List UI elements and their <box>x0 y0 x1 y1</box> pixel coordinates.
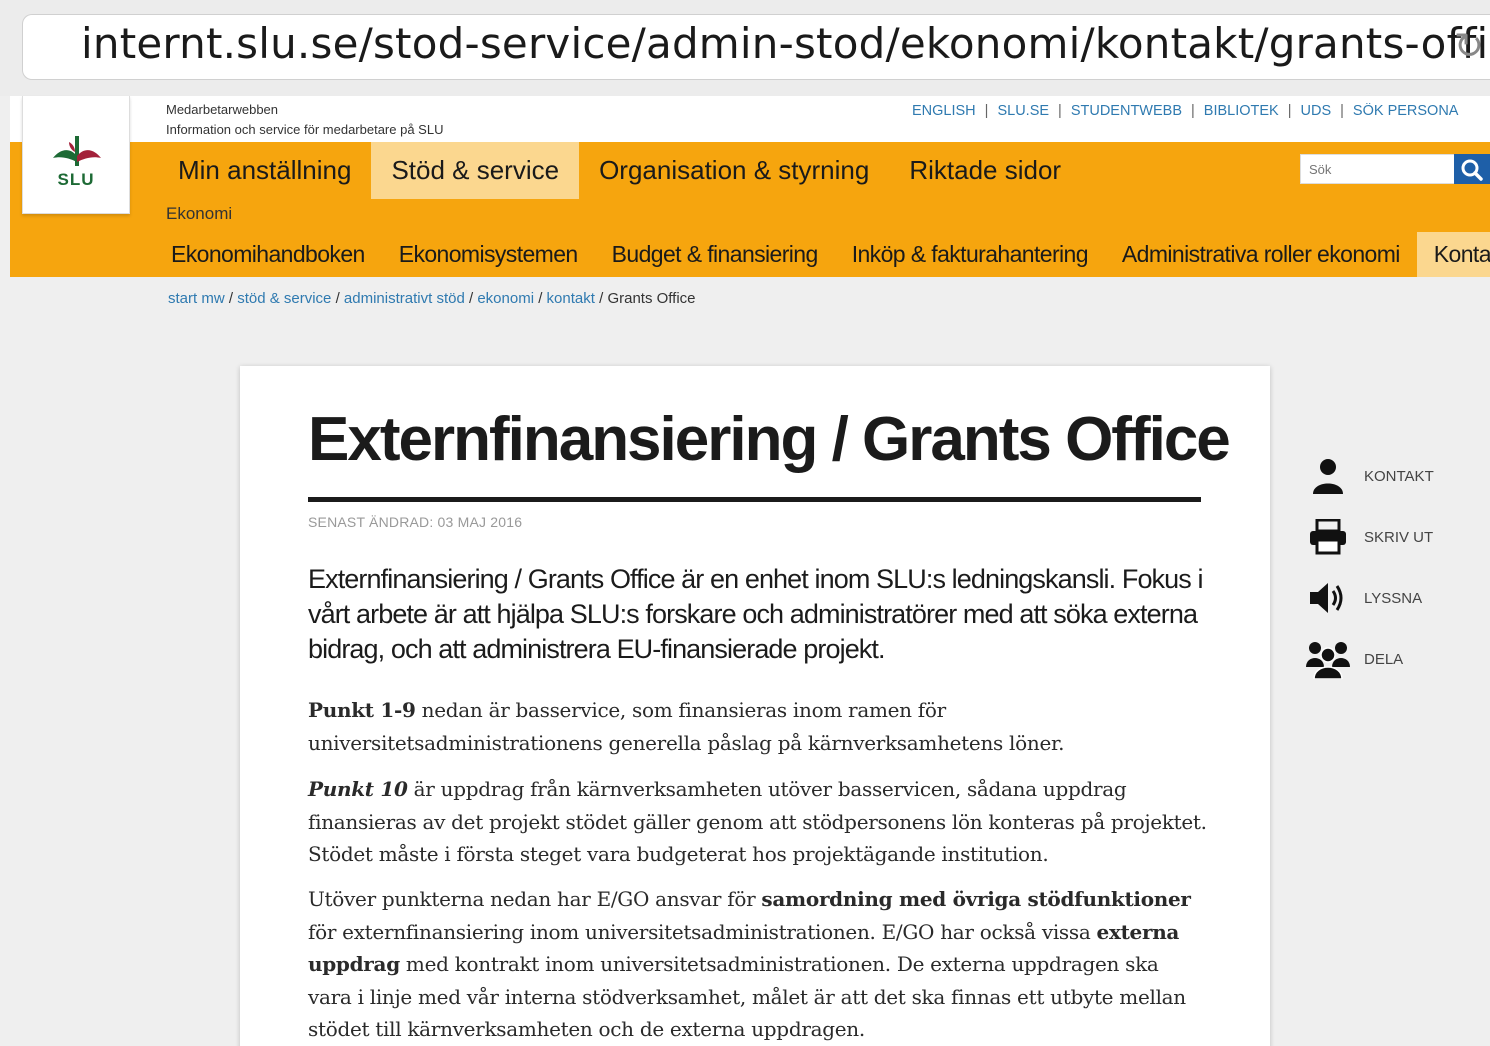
paragraph-3-text: Utöver punkterna nedan har E/GO ansvar f… <box>308 887 762 911</box>
search-field[interactable] <box>1300 154 1456 184</box>
print-tool[interactable]: SKRIV UT <box>1306 517 1433 557</box>
subnav-kontakt[interactable]: Kontakt <box>1416 232 1490 277</box>
paragraph-2-text: är uppdrag från kärnverksamheten utöver … <box>308 777 1207 866</box>
breadcrumb-link[interactable]: kontakt <box>547 290 595 307</box>
paragraph-1-bold: Punkt 1-9 <box>308 698 416 722</box>
paragraph-3: Utöver punkterna nedan har E/GO ansvar f… <box>308 883 1208 1046</box>
search-button[interactable] <box>1454 154 1490 184</box>
lead-paragraph: Externfinansiering / Grants Office är en… <box>308 564 1203 664</box>
subnav-ekonomisystemen[interactable]: Ekonomisystemen <box>382 232 595 277</box>
reload-icon[interactable]: ↻ <box>1454 27 1490 67</box>
paragraph-1-text: nedan är basservice, som finansieras ino… <box>308 698 1065 755</box>
subnav-inkop-fakturahantering[interactable]: Inköp & fakturahantering <box>835 232 1105 277</box>
paragraph-2: Punkt 10 är uppdrag från kärnverksamhete… <box>308 773 1208 871</box>
print-label: SKRIV UT <box>1364 528 1434 546</box>
top-link-slu[interactable]: SLU.SE <box>997 103 1049 119</box>
breadcrumb-link[interactable]: ekonomi <box>477 290 534 307</box>
listen-tool[interactable]: LYSSNA <box>1306 578 1422 618</box>
browser-toolbar: internt.slu.se/stod-service/admin-stod/e… <box>0 0 1490 96</box>
top-link-english[interactable]: ENGLISH <box>912 103 976 119</box>
sub-nav-list: Ekonomihandboken Ekonomisystemen Budget … <box>154 232 1490 277</box>
share-tool[interactable]: DELA <box>1306 639 1403 679</box>
breadcrumb: start mw / stöd & service / administrati… <box>168 290 696 307</box>
printer-icon <box>1306 517 1350 557</box>
breadcrumb-link[interactable]: stöd & service <box>237 290 331 307</box>
nav-min-anstallning[interactable]: Min anställning <box>158 142 371 199</box>
subnav-administrativa-roller[interactable]: Administrativa roller ekonomi <box>1105 232 1417 277</box>
url-text[interactable]: internt.slu.se/stod-service/admin-stod/e… <box>81 19 1490 68</box>
top-link-sok-person[interactable]: SÖK PERSONA <box>1353 103 1459 119</box>
subnav-ekonomihandboken[interactable]: Ekonomihandboken <box>154 232 382 277</box>
paragraph-3-text: med kontrakt inom universitetsadministra… <box>308 952 1186 1041</box>
slu-logo[interactable]: SLU <box>22 96 130 214</box>
listen-label: LYSSNA <box>1364 589 1423 607</box>
breadcrumb-link[interactable]: start mw <box>168 290 225 307</box>
paragraph-1: Punkt 1-9 nedan är basservice, som finan… <box>308 694 1208 759</box>
section-label[interactable]: Ekonomi <box>166 204 232 224</box>
subnav-budget-finansiering[interactable]: Budget & finansiering <box>595 232 835 277</box>
top-link-uds[interactable]: UDS <box>1301 103 1332 119</box>
top-link-studentwebb[interactable]: STUDENTWEBB <box>1071 103 1182 119</box>
top-links: ENGLISH | SLU.SE | STUDENTWEBB | BIBLIOTEK | UDS… <box>912 103 1459 119</box>
logo-text: SLU <box>57 170 95 189</box>
paragraph-3-bold: samordning med övriga stödfunktioner <box>761 887 1191 911</box>
share-label: DELA <box>1364 650 1404 668</box>
nav-organisation-styrning[interactable]: Organisation & styrning <box>579 142 889 199</box>
site-subtitle: Information och service för medarbetare … <box>166 122 444 137</box>
contact-tool[interactable]: KONTAKT <box>1306 456 1434 496</box>
search-icon <box>1461 159 1483 181</box>
search-input[interactable] <box>1301 155 1455 183</box>
last-updated: SENAST ÄNDRAD: 03 MAJ 2016 <box>308 514 523 530</box>
group-icon <box>1306 639 1350 679</box>
paragraph-2-italic: Punkt 10 <box>308 777 408 801</box>
nav-riktade-sidor[interactable]: Riktade sidor <box>889 142 1081 199</box>
article-card: Externfinansiering / Grants Office SENAS… <box>240 366 1270 1046</box>
slu-emblem-icon <box>53 136 101 166</box>
top-link-bibliotek[interactable]: BIBLIOTEK <box>1204 103 1279 119</box>
nav-stod-service[interactable]: Stöd & service <box>371 142 580 199</box>
page-title: Externfinansiering / Grants Office <box>308 405 1231 474</box>
main-navigation: Min anställning Stöd & service Organisat… <box>10 142 1490 277</box>
breadcrumb-current: Grants Office <box>607 290 696 307</box>
contact-label: KONTAKT <box>1364 467 1434 485</box>
title-divider <box>308 497 1201 502</box>
paragraph-3-text: för externfinansiering inom universitets… <box>308 919 1097 944</box>
address-bar[interactable]: internt.slu.se/stod-service/admin-stod/e… <box>22 14 1490 80</box>
site-name[interactable]: Medarbetarwebben <box>166 102 278 117</box>
breadcrumb-link[interactable]: administrativt stöd <box>344 290 465 307</box>
main-nav-list: Min anställning Stöd & service Organisat… <box>158 142 1081 199</box>
person-icon <box>1306 456 1350 496</box>
speaker-icon <box>1306 578 1350 618</box>
